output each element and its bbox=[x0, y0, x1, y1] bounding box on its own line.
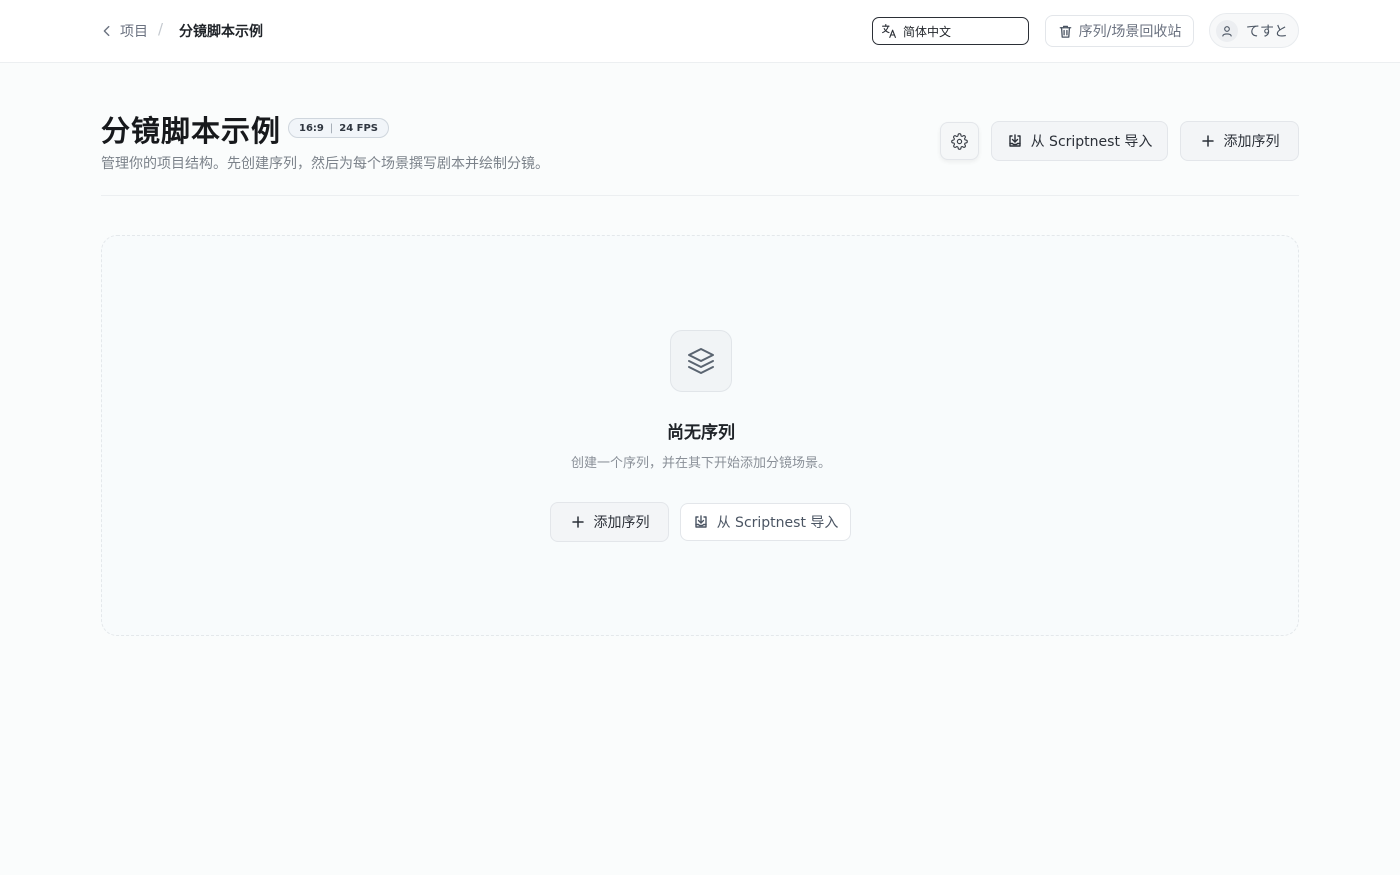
language-select[interactable]: 简体中文 bbox=[872, 17, 1029, 45]
top-bar: 项目 / 分镜脚本示例 简体中文 序列/场景回收站 てすと bbox=[0, 0, 1400, 63]
avatar bbox=[1216, 19, 1238, 42]
page-subtitle: 管理你的项目结构。先创建序列，然后为每个场景撰写剧本并绘制分镜。 bbox=[101, 156, 549, 172]
import-from-scriptnest-button[interactable]: 从 Scriptnest 导入 bbox=[991, 121, 1168, 161]
breadcrumb-projects: 项目 bbox=[120, 24, 148, 40]
gear-icon bbox=[951, 132, 968, 150]
user-name: てすと bbox=[1246, 23, 1288, 40]
page-title: 分镜脚本示例 bbox=[101, 114, 282, 148]
trash-bin-label: 序列/场景回收站 bbox=[1078, 24, 1182, 40]
translate-icon bbox=[882, 24, 896, 38]
language-value: 简体中文 bbox=[903, 24, 952, 39]
breadcrumb-current: 分镜脚本示例 bbox=[179, 24, 263, 40]
empty-state-icon-box bbox=[670, 330, 732, 392]
import-icon bbox=[1008, 134, 1021, 147]
plus-icon bbox=[571, 516, 584, 528]
layers-icon bbox=[688, 348, 714, 374]
empty-sequences-panel: 尚无序列 创建一个序列，并在其下开始添加分镜场景。 添加序列 从 Scriptn… bbox=[101, 235, 1299, 636]
import-label: 从 Scriptnest 导入 bbox=[1030, 134, 1153, 150]
user-icon bbox=[1222, 25, 1232, 37]
chevron-left-icon bbox=[103, 25, 110, 37]
header-divider bbox=[101, 195, 1299, 196]
empty-import-from-scriptnest-button[interactable]: 从 Scriptnest 导入 bbox=[680, 503, 851, 541]
trash-icon bbox=[1059, 25, 1071, 38]
badge-divider: | bbox=[329, 122, 334, 134]
empty-add-sequence-button[interactable]: 添加序列 bbox=[550, 502, 669, 542]
empty-state-title: 尚无序列 bbox=[667, 423, 735, 443]
breadcrumb-separator: / bbox=[158, 20, 164, 38]
project-settings-button[interactable] bbox=[940, 122, 979, 160]
fps-value: 24 FPS bbox=[339, 122, 379, 134]
trash-bin-button[interactable]: 序列/场景回收站 bbox=[1045, 15, 1194, 47]
add-sequence-label: 添加序列 bbox=[1223, 134, 1280, 150]
user-menu-button[interactable]: てすと bbox=[1209, 13, 1299, 48]
import-icon bbox=[694, 515, 707, 528]
back-to-projects-link[interactable]: 项目 bbox=[100, 20, 148, 42]
aspect-ratio: 16:9 bbox=[299, 122, 324, 134]
project-format-badge: 16:9 | 24 FPS bbox=[288, 118, 390, 138]
empty-state-description: 创建一个序列，并在其下开始添加分镜场景。 bbox=[570, 456, 831, 471]
empty-add-sequence-label: 添加序列 bbox=[593, 515, 650, 531]
plus-icon bbox=[1201, 135, 1214, 147]
add-sequence-button[interactable]: 添加序列 bbox=[1180, 121, 1299, 161]
empty-import-label: 从 Scriptnest 导入 bbox=[716, 515, 839, 531]
